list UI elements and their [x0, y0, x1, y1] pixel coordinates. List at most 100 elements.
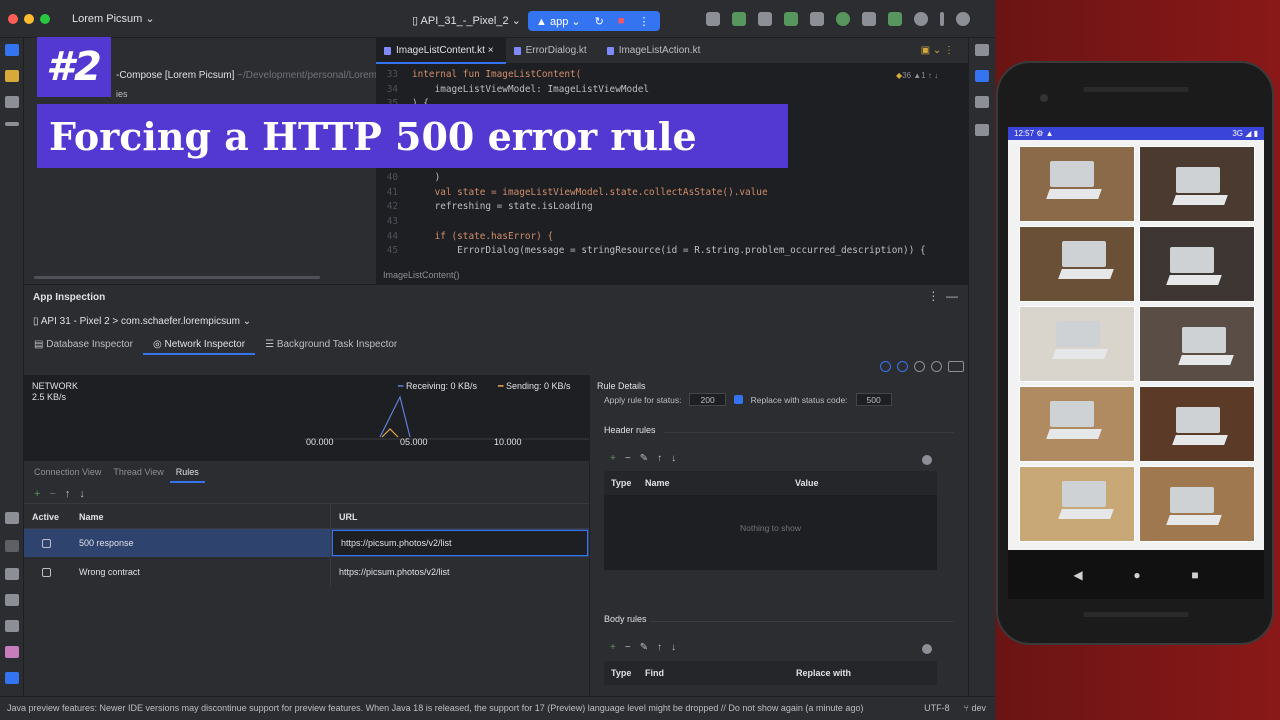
encoding[interactable]: UTF-8	[924, 697, 950, 719]
info-icon[interactable]	[922, 644, 932, 654]
sdk-icon[interactable]	[862, 12, 876, 26]
home-icon[interactable]: ●	[1133, 568, 1140, 582]
inspect-tool-icon[interactable]	[5, 512, 19, 524]
remove-icon[interactable]: −	[625, 453, 631, 464]
move-up-icon[interactable]: ↑	[657, 453, 662, 464]
image-tile[interactable]	[1019, 146, 1135, 222]
notifications-icon[interactable]	[975, 44, 989, 56]
tab-thread-view[interactable]: Thread View	[107, 461, 169, 483]
stop-icon[interactable]: ■	[618, 15, 625, 27]
gradle-icon[interactable]	[975, 70, 989, 82]
phone-screen[interactable]: 12:57 ⚙ ▲ 3G ◢ ▮ ◀ ● ■	[1008, 127, 1264, 599]
network-graph[interactable]: NETWORK 2.5 KB/s ━ Receiving: 0 KB/s ━ S…	[24, 375, 589, 461]
column-find[interactable]: Find	[638, 661, 789, 685]
move-down-icon[interactable]: ↓	[79, 488, 85, 500]
tab-imagelistcontent[interactable]: ImageListContent.kt ×	[376, 38, 506, 64]
remove-icon[interactable]: −	[625, 642, 631, 653]
sync-icon[interactable]	[732, 12, 746, 26]
more-icon[interactable]: ⋮	[638, 15, 649, 28]
horizontal-scrollbar[interactable]	[34, 276, 320, 279]
structure-icon[interactable]	[758, 12, 772, 26]
active-checkbox[interactable]	[42, 568, 51, 578]
active-checkbox[interactable]	[42, 539, 51, 549]
todo-tool-icon[interactable]	[5, 568, 19, 580]
stop-recording-icon[interactable]	[931, 361, 942, 372]
project-root-row[interactable]: -Compose [Lorem Picsum] ~/Development/pe…	[116, 70, 405, 81]
remove-rule-icon[interactable]: −	[49, 488, 55, 500]
zoom-in-icon[interactable]	[880, 361, 891, 372]
image-tile[interactable]	[1139, 226, 1255, 302]
column-name[interactable]: Name	[71, 504, 331, 528]
editor-breadcrumb[interactable]: ImageListContent()	[376, 266, 968, 284]
edit-icon[interactable]: ✎	[640, 453, 648, 464]
maximize-window-button[interactable]	[40, 13, 50, 24]
terminal-tool-icon[interactable]	[5, 646, 19, 658]
add-rule-icon[interactable]: +	[34, 488, 40, 500]
panel-options[interactable]: ⋮ —	[927, 289, 958, 303]
image-tile[interactable]	[1019, 386, 1135, 462]
git-tool-icon[interactable]	[5, 672, 19, 684]
code-line[interactable]: 43	[376, 215, 968, 230]
device-mirror-icon[interactable]	[975, 96, 989, 108]
table-row[interactable]: 500 response https://picsum.photos/v2/li…	[24, 529, 589, 558]
image-tile[interactable]	[1139, 146, 1255, 222]
more-options-icon[interactable]	[940, 12, 944, 26]
settings-icon[interactable]	[888, 12, 902, 26]
info-icon[interactable]	[922, 455, 932, 465]
emulator-icon[interactable]	[975, 124, 989, 136]
column-type[interactable]: Type	[604, 471, 638, 495]
close-window-button[interactable]	[8, 13, 18, 24]
device-selector[interactable]: ▯ API_31_-_Pixel_2 ⌄	[412, 14, 521, 27]
column-name[interactable]: Name	[638, 471, 788, 495]
replace-checkbox[interactable]	[733, 395, 743, 404]
inspection-widget[interactable]: ◆36 ▲1 ↑ ↓	[896, 71, 938, 80]
project-tool-icon[interactable]	[5, 44, 19, 56]
tab-database-inspector[interactable]: ▤ Database Inspector	[24, 335, 143, 355]
image-tile[interactable]	[1019, 466, 1135, 542]
profile-icon[interactable]	[810, 12, 824, 26]
column-replace[interactable]: Replace with	[789, 661, 851, 685]
tab-background-task-inspector[interactable]: ☰ Background Task Inspector	[255, 335, 407, 355]
project-child-row[interactable]: ies	[116, 89, 128, 99]
build-icon[interactable]	[706, 12, 720, 26]
add-icon[interactable]: +	[610, 453, 616, 464]
image-tile[interactable]	[1019, 226, 1135, 302]
account-icon[interactable]	[956, 12, 970, 26]
image-tile[interactable]	[1139, 386, 1255, 462]
move-up-icon[interactable]: ↑	[65, 488, 71, 500]
add-icon[interactable]: +	[610, 642, 616, 653]
column-value[interactable]: Value	[788, 471, 819, 495]
code-line[interactable]: 34 imageListViewModel: ImageListViewMode…	[376, 83, 968, 98]
move-down-icon[interactable]: ↓	[671, 453, 676, 464]
search-icon[interactable]	[914, 12, 928, 26]
image-tile[interactable]	[1019, 306, 1135, 382]
status-input[interactable]: 200	[689, 393, 726, 406]
run-configuration[interactable]: ▲ app ⌄ ↻ ■ ⋮	[528, 11, 660, 31]
project-selector[interactable]: Lorem Picsum ⌄	[72, 12, 155, 25]
code-line[interactable]: 33 internal fun ImageListContent(	[376, 68, 968, 83]
minimize-window-button[interactable]	[24, 13, 34, 24]
reset-zoom-icon[interactable]	[914, 361, 925, 372]
code-line[interactable]: 45 ErrorDialog(message = stringResource(…	[376, 244, 968, 259]
code-line[interactable]: 40 )	[376, 171, 968, 186]
pause-icon[interactable]	[948, 361, 964, 372]
image-tile[interactable]	[1139, 466, 1255, 542]
replace-input[interactable]: 500	[855, 393, 892, 406]
tab-connection-view[interactable]: Connection View	[28, 461, 107, 483]
tab-network-inspector[interactable]: ◎ Network Inspector	[142, 335, 256, 355]
move-down-icon[interactable]: ↓	[671, 642, 676, 653]
column-url[interactable]: URL	[331, 504, 589, 528]
edit-icon[interactable]: ✎	[640, 642, 648, 653]
code-line[interactable]: 44 if (state.hasError) {	[376, 230, 968, 245]
gem-tool-icon[interactable]	[5, 620, 19, 632]
rule-url-editor[interactable]: https://picsum.photos/v2/list	[332, 530, 588, 556]
tab-imagelistaction[interactable]: ImageListAction.kt	[599, 38, 713, 64]
status-message[interactable]: Java preview features: Newer IDE version…	[7, 703, 863, 713]
commit-tool-icon[interactable]	[5, 70, 19, 82]
recents-icon[interactable]: ■	[1191, 568, 1198, 582]
more-tools-icon[interactable]	[5, 122, 19, 126]
device-manager-icon[interactable]	[836, 12, 850, 26]
logcat-tool-icon[interactable]	[5, 540, 19, 552]
tab-rules[interactable]: Rules	[169, 461, 205, 483]
vcs-branch[interactable]: ⑂ dev	[964, 697, 986, 719]
